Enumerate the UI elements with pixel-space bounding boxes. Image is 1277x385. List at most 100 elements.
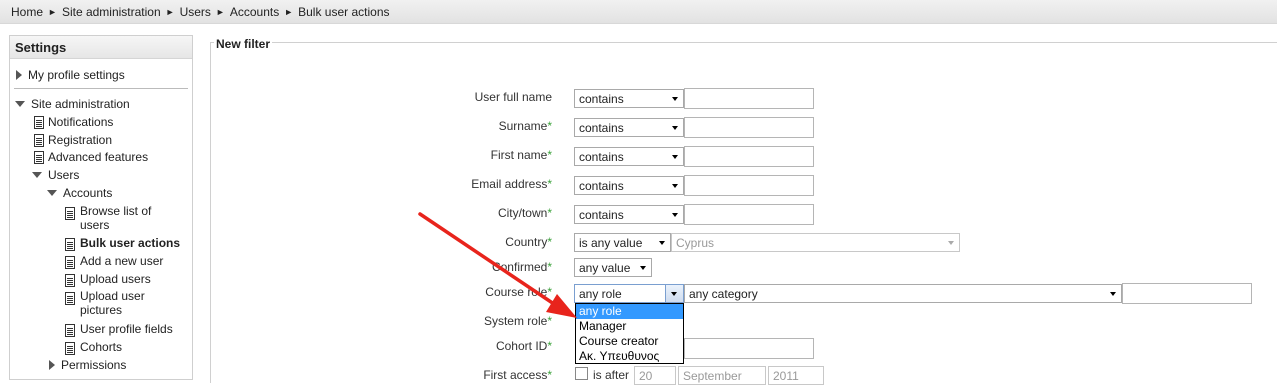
sidebar-item-accounts[interactable]: Accounts	[47, 186, 112, 200]
breadcrumb-separator-icon: ►	[48, 6, 57, 17]
collapse-arrow-icon	[15, 101, 25, 107]
collapse-arrow-icon	[47, 190, 57, 196]
firstname-input[interactable]	[684, 146, 814, 167]
cohort-label: Cohort ID*	[495, 339, 552, 353]
sidebar-item-upload-user-pictures[interactable]: Upload user pictures	[80, 289, 145, 317]
required-icon: *	[547, 206, 552, 220]
course-category-select[interactable]: any category	[684, 284, 1122, 303]
chevron-down-icon	[672, 184, 678, 188]
city-label: City/town*	[497, 206, 552, 220]
required-icon: *	[547, 285, 552, 299]
settings-block: Settings My profile settings Site admini…	[9, 35, 193, 380]
course-role-dropdown-list: any role Manager Course creator Ακ. Υπευ…	[575, 303, 684, 364]
page-icon	[34, 134, 44, 147]
chevron-down-icon	[659, 241, 665, 245]
breadcrumb-users[interactable]: Users	[180, 5, 211, 19]
chevron-down-icon	[672, 126, 678, 130]
firstname-operator-select[interactable]: contains	[574, 147, 684, 166]
sidebar-item-bulk-user-actions[interactable]: Bulk user actions	[80, 236, 180, 250]
breadcrumb-separator-icon: ►	[284, 6, 294, 17]
required-icon: *	[547, 260, 552, 274]
chevron-down-icon	[672, 213, 678, 217]
required-icon: *	[547, 314, 552, 328]
required-icon: *	[547, 235, 552, 249]
page-icon	[65, 324, 75, 337]
chevron-down-icon	[1110, 292, 1116, 296]
role-option-ak-ypeythynos[interactable]: Ακ. Υπευθυνος	[576, 349, 683, 364]
required-icon: *	[547, 177, 552, 191]
first-access-label: First access*	[483, 368, 552, 382]
breadcrumb-separator-icon: ►	[165, 6, 175, 17]
first-access-is-after: is after	[593, 368, 630, 382]
role-option-course-creator[interactable]: Course creator	[576, 334, 683, 349]
fullname-label: User full name	[474, 90, 552, 104]
sidebar-item-permissions[interactable]: Permissions	[49, 358, 126, 372]
first-access-day-select[interactable]: 20	[634, 366, 676, 385]
email-label: Email address*	[471, 177, 552, 191]
breadcrumb-separator-icon: ►	[215, 6, 225, 17]
sidebar-item-users[interactable]: Users	[32, 168, 79, 182]
confirmed-select[interactable]: any value	[574, 258, 652, 277]
sidebar-item-upload-users[interactable]: Upload users	[80, 272, 151, 286]
breadcrumb-bulk-user-actions: Bulk user actions	[298, 4, 390, 19]
expand-arrow-icon	[16, 70, 22, 80]
chevron-down-icon[interactable]	[665, 285, 683, 302]
required-icon: *	[547, 148, 552, 162]
breadcrumb-accounts[interactable]: Accounts	[230, 5, 279, 19]
first-access-month-select[interactable]: September	[678, 366, 766, 385]
chevron-down-icon	[640, 266, 646, 270]
breadcrumb-home[interactable]: Home	[11, 5, 43, 19]
chevron-down-icon	[672, 155, 678, 159]
sidebar-item-site-administration[interactable]: Site administration	[15, 97, 130, 111]
system-role-label: System role*	[483, 314, 552, 328]
required-icon: *	[547, 339, 552, 353]
country-operator-select[interactable]: is any value	[574, 233, 671, 252]
page-icon	[65, 256, 75, 269]
breadcrumb-site-administration[interactable]: Site administration	[62, 5, 161, 19]
sidebar-item-my-profile-settings[interactable]: My profile settings	[16, 68, 125, 82]
city-input[interactable]	[684, 204, 814, 225]
role-option-manager[interactable]: Manager	[576, 319, 683, 334]
fullname-operator-select[interactable]: contains	[574, 89, 684, 108]
sidebar-item-user-profile-fields[interactable]: User profile fields	[80, 322, 173, 336]
sidebar-item-registration[interactable]: Registration	[48, 133, 112, 147]
page-icon	[65, 207, 75, 220]
surname-operator-select[interactable]: contains	[574, 118, 684, 137]
sidebar-item-browse-list-of-users[interactable]: Browse list of users	[80, 204, 151, 232]
course-role-input[interactable]	[1122, 283, 1252, 304]
breadcrumb: Home ► Site administration ► Users ► Acc…	[0, 0, 1277, 24]
email-input[interactable]	[684, 175, 814, 196]
city-operator-select[interactable]: contains	[574, 205, 684, 224]
surname-input[interactable]	[684, 117, 814, 138]
country-value-select[interactable]: Cyprus	[671, 233, 960, 252]
sidebar-item-advanced-features[interactable]: Advanced features	[48, 150, 148, 164]
role-option-any-role[interactable]: any role	[576, 304, 683, 319]
fullname-input[interactable]	[684, 88, 814, 109]
required-icon: *	[547, 119, 552, 133]
first-access-year-select[interactable]: 2011	[768, 366, 824, 385]
email-operator-select[interactable]: contains	[574, 176, 684, 195]
required-icon: *	[547, 368, 552, 382]
sidebar-divider	[14, 88, 188, 89]
sidebar-item-add-new-user[interactable]: Add a new user	[80, 254, 163, 268]
chevron-down-icon	[672, 97, 678, 101]
page-icon	[65, 274, 75, 287]
settings-title: Settings	[10, 36, 192, 59]
firstname-label: First name*	[490, 148, 552, 162]
course-role-select[interactable]: any role	[574, 284, 684, 303]
cohort-input[interactable]	[684, 338, 814, 359]
page-icon	[65, 238, 75, 251]
page-icon	[65, 342, 75, 355]
page-icon	[65, 292, 75, 305]
collapse-arrow-icon	[32, 172, 42, 178]
page-icon	[34, 116, 44, 129]
sidebar-item-cohorts[interactable]: Cohorts	[80, 340, 122, 354]
sidebar-item-notifications[interactable]: Notifications	[48, 115, 113, 129]
page-icon	[34, 151, 44, 164]
course-role-label: Course role*	[485, 285, 552, 299]
confirmed-label: Confirmed*	[491, 260, 552, 274]
country-label: Country*	[505, 235, 552, 249]
new-filter-legend[interactable]: New filter	[214, 37, 273, 51]
expand-arrow-icon	[49, 360, 55, 370]
chevron-down-icon	[948, 241, 954, 245]
